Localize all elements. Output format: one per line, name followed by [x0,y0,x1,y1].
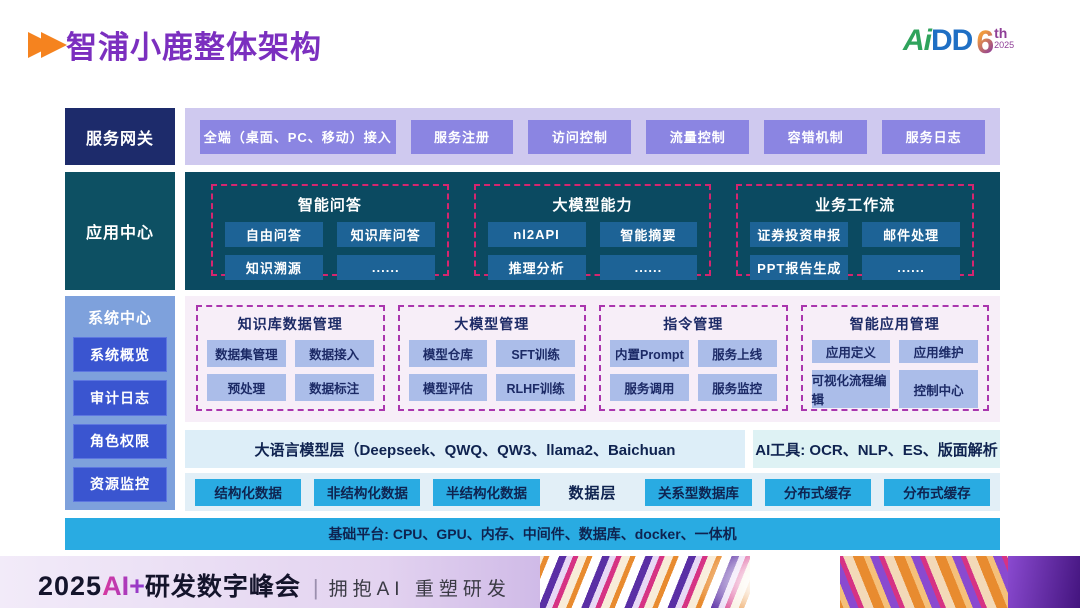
app-item: 自由问答 [225,222,323,247]
app-item: 智能摘要 [600,222,698,247]
footer-text: 2025 AI+ 研发数字峰会 | 拥抱AI 重塑研发 [38,567,511,603]
system-group-kb-data: 知识库数据管理 数据集管理 数据接入 预处理 数据标注 [196,305,385,411]
gateway-item-access: 全端（桌面、PC、移动）接入 [200,120,396,154]
system-item: 模型评估 [409,374,488,401]
artwork-purple-block [1008,556,1080,608]
sidebar-item-system-overview: 系统概览 [73,337,167,372]
gateway-item-register: 服务注册 [411,120,514,154]
footer-slogan: 拥抱AI 重塑研发 [329,574,511,601]
group-title: 知识库数据管理 [207,314,374,334]
app-group-workflow: 业务工作流 证券投资申报 邮件处理 PPT报告生成 ...... [736,184,974,276]
footer-artwork [540,556,1080,608]
footer-divider: | [313,575,319,601]
page-title: 智浦小鹿整体架构 [66,22,322,67]
logo-ai-text: Ai [903,24,931,58]
app-group-qa: 智能问答 自由问答 知识库问答 知识溯源 ...... [211,184,449,276]
sidebar-app-center: 应用中心 [65,172,175,290]
gateway-item-service-log: 服务日志 [882,120,985,154]
data-layer-row: 结构化数据 非结构化数据 半结构化数据 数据层 关系型数据库 分布式缓存 分布式… [185,473,1000,511]
gateway-item-fault-tolerance: 容错机制 [764,120,867,154]
sidebar-system-center: 系统中心 系统概览 审计日志 角色权限 资源监控 [65,296,175,510]
system-group-instruction-mgmt: 指令管理 内置Prompt 服务上线 服务调用 服务监控 [599,305,788,411]
system-item: 应用维护 [899,340,978,363]
app-item: 推理分析 [488,255,586,280]
aidd-logo: Ai DD 6 th 2025 [903,24,1014,61]
app-item: 知识溯源 [225,255,323,280]
footer-event-name: 研发数字峰会 [145,567,301,603]
system-item: 可视化流程编辑 [812,370,891,408]
data-layer-label: 数据层 [553,482,633,503]
group-title: 大模型能力 [488,194,698,215]
data-item-relational-db: 关系型数据库 [645,479,751,506]
app-item-ellipsis: ...... [337,255,435,280]
system-item: 数据标注 [295,374,374,401]
group-title: 业务工作流 [750,194,960,215]
app-item-ellipsis: ...... [600,255,698,280]
sidebar-item-resource-monitor: 资源监控 [73,467,167,502]
app-item: PPT报告生成 [750,255,848,280]
system-item: 应用定义 [812,340,891,363]
group-title: 智能问答 [225,194,435,215]
footer-year: 2025 [38,571,102,602]
app-center-row: 智能问答 自由问答 知识库问答 知识溯源 ...... 大模型能力 nl2API… [185,172,1000,290]
llm-layer-bar: 大语言模型层（Deepseek、QWQ、QW3、llama2、Baichuan [185,430,745,468]
footer-banner: 2025 AI+ 研发数字峰会 | 拥抱AI 重塑研发 [0,556,1080,608]
system-item: 模型仓库 [409,340,488,367]
footer-brand: AI+ [102,571,145,602]
app-item-ellipsis: ...... [862,255,960,280]
app-group-llm-capability: 大模型能力 nl2API 智能摘要 推理分析 ...... [474,184,712,276]
group-title: 智能应用管理 [812,314,979,334]
system-group-smart-app-mgmt: 智能应用管理 应用定义 应用维护 可视化流程编辑 控制中心 [801,305,990,411]
data-item-semistructured: 半结构化数据 [433,479,539,506]
app-item: 知识库问答 [337,222,435,247]
system-item: 服务调用 [610,374,689,401]
data-item-structured: 结构化数据 [195,479,301,506]
system-item: 预处理 [207,374,286,401]
ai-tools-bar: AI工具: OCR、NLP、ES、版面解析 [753,430,1000,468]
data-item-unstructured: 非结构化数据 [314,479,420,506]
app-item: 证券投资申报 [750,222,848,247]
logo-th-text: th [994,26,1014,40]
system-item: 服务上线 [698,340,777,367]
system-group-model-mgmt: 大模型管理 模型仓库 SFT训练 模型评估 RLHF训练 [398,305,587,411]
system-center-title: 系统中心 [73,304,167,329]
arrow-triangle-icon [41,32,67,58]
sidebar-service-gateway: 服务网关 [65,108,175,165]
sidebar-item-role-permission: 角色权限 [73,424,167,459]
system-item: 数据集管理 [207,340,286,367]
logo-dd-text: DD [931,24,972,58]
data-item-distributed-cache: 分布式缓存 [884,479,990,506]
system-item: 控制中心 [899,370,978,408]
slide: 智浦小鹿整体架构 Ai DD 6 th 2025 服务网关 应用中心 系统中心 … [0,0,1080,608]
system-item: 数据接入 [295,340,374,367]
gateway-row: 全端（桌面、PC、移动）接入 服务注册 访问控制 流量控制 容错机制 服务日志 [185,108,1000,165]
gateway-item-access-control: 访问控制 [528,120,631,154]
system-item: SFT训练 [496,340,575,367]
logo-six-text: 6 [976,24,994,61]
base-platform-bar: 基础平台: CPU、GPU、内存、中间件、数据库、docker、一体机 [65,518,1000,550]
data-item-distributed-cache: 分布式缓存 [765,479,871,506]
logo-year-text: 2025 [994,40,1014,51]
sidebar-item-audit-log: 审计日志 [73,380,167,415]
group-title: 大模型管理 [409,314,576,334]
system-item: 内置Prompt [610,340,689,367]
system-item: 服务监控 [698,374,777,401]
system-center-row: 知识库数据管理 数据集管理 数据接入 预处理 数据标注 大模型管理 模型仓库 S… [185,296,1000,422]
system-item: RLHF训练 [496,374,575,401]
app-item: 邮件处理 [862,222,960,247]
gateway-item-flow-control: 流量控制 [646,120,749,154]
group-title: 指令管理 [610,314,777,334]
app-item: nl2API [488,222,586,247]
